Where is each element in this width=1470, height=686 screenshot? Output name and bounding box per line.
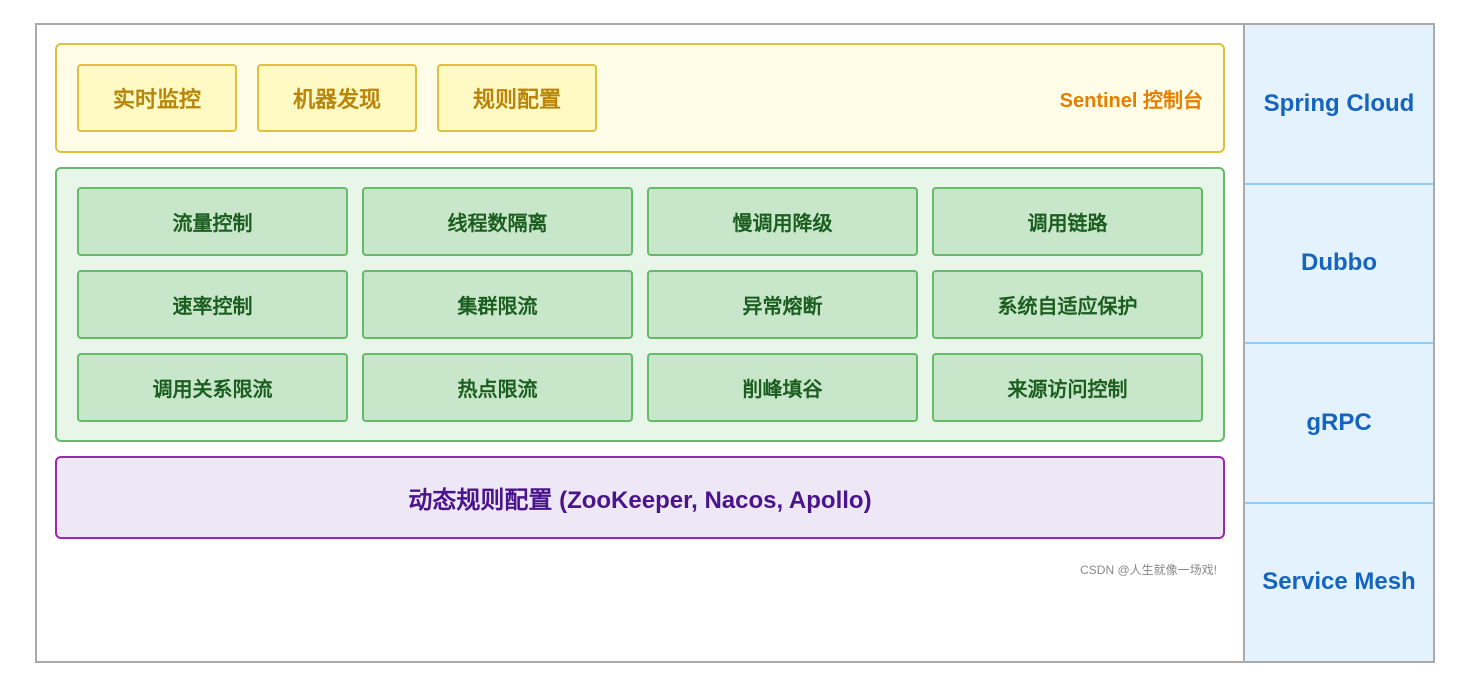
- feature-hotspot-limit: 热点限流: [362, 353, 633, 422]
- feature-circuit-break: 异常熔断: [647, 270, 918, 339]
- sentinel-box2-label: 机器发现: [293, 82, 381, 114]
- sentinel-items: 实时监控 机器发现 规则配置: [77, 64, 1040, 132]
- feature-access-control: 来源访问控制: [932, 353, 1203, 422]
- feature-system-adaptive: 系统自适应保护: [932, 270, 1203, 339]
- sentinel-panel: 实时监控 机器发现 规则配置 Sentinel 控制台: [55, 43, 1225, 153]
- feature-relation-limit: 调用关系限流: [77, 353, 348, 422]
- feature-cluster-limit: 集群限流: [362, 270, 633, 339]
- dynamic-panel: 动态规则配置 (ZooKeeper, Nacos, Apollo): [55, 456, 1225, 539]
- feature-call-chain: 调用链路: [932, 187, 1203, 256]
- sentinel-box3-label: 规则配置: [473, 82, 561, 114]
- sidebar-item-grpc: gRPC: [1245, 344, 1433, 504]
- sidebar-item-spring-cloud: Spring Cloud: [1245, 25, 1433, 185]
- sentinel-box-discovery: 机器发现: [257, 64, 417, 132]
- feature-thread-isolation: 线程数隔离: [362, 187, 633, 256]
- main-container: 实时监控 机器发现 规则配置 Sentinel 控制台 流量控制 线程数隔离 慢…: [35, 23, 1435, 663]
- footer-label: CSDN @人生就像一场戏!: [55, 557, 1225, 580]
- features-panel: 流量控制 线程数隔离 慢调用降级 调用链路 速率控制 集群限流 异常熔断 系统自…: [55, 167, 1225, 442]
- feature-flow-control: 流量控制: [77, 187, 348, 256]
- sidebar: Spring Cloud Dubbo gRPC Service Mesh: [1245, 23, 1435, 663]
- sidebar-item-service-mesh: Service Mesh: [1245, 504, 1433, 662]
- dynamic-text: 动态规则配置 (ZooKeeper, Nacos, Apollo): [408, 480, 871, 515]
- main-area: 实时监控 机器发现 规则配置 Sentinel 控制台 流量控制 线程数隔离 慢…: [35, 23, 1245, 663]
- sidebar-item-dubbo: Dubbo: [1245, 185, 1433, 345]
- sentinel-box-monitor: 实时监控: [77, 64, 237, 132]
- sentinel-title: Sentinel 控制台: [1060, 84, 1203, 113]
- feature-rate-control: 速率控制: [77, 270, 348, 339]
- feature-peak-clipping: 削峰填谷: [647, 353, 918, 422]
- sentinel-box-rules: 规则配置: [437, 64, 597, 132]
- sentinel-box1-label: 实时监控: [113, 82, 201, 114]
- feature-slow-degradation: 慢调用降级: [647, 187, 918, 256]
